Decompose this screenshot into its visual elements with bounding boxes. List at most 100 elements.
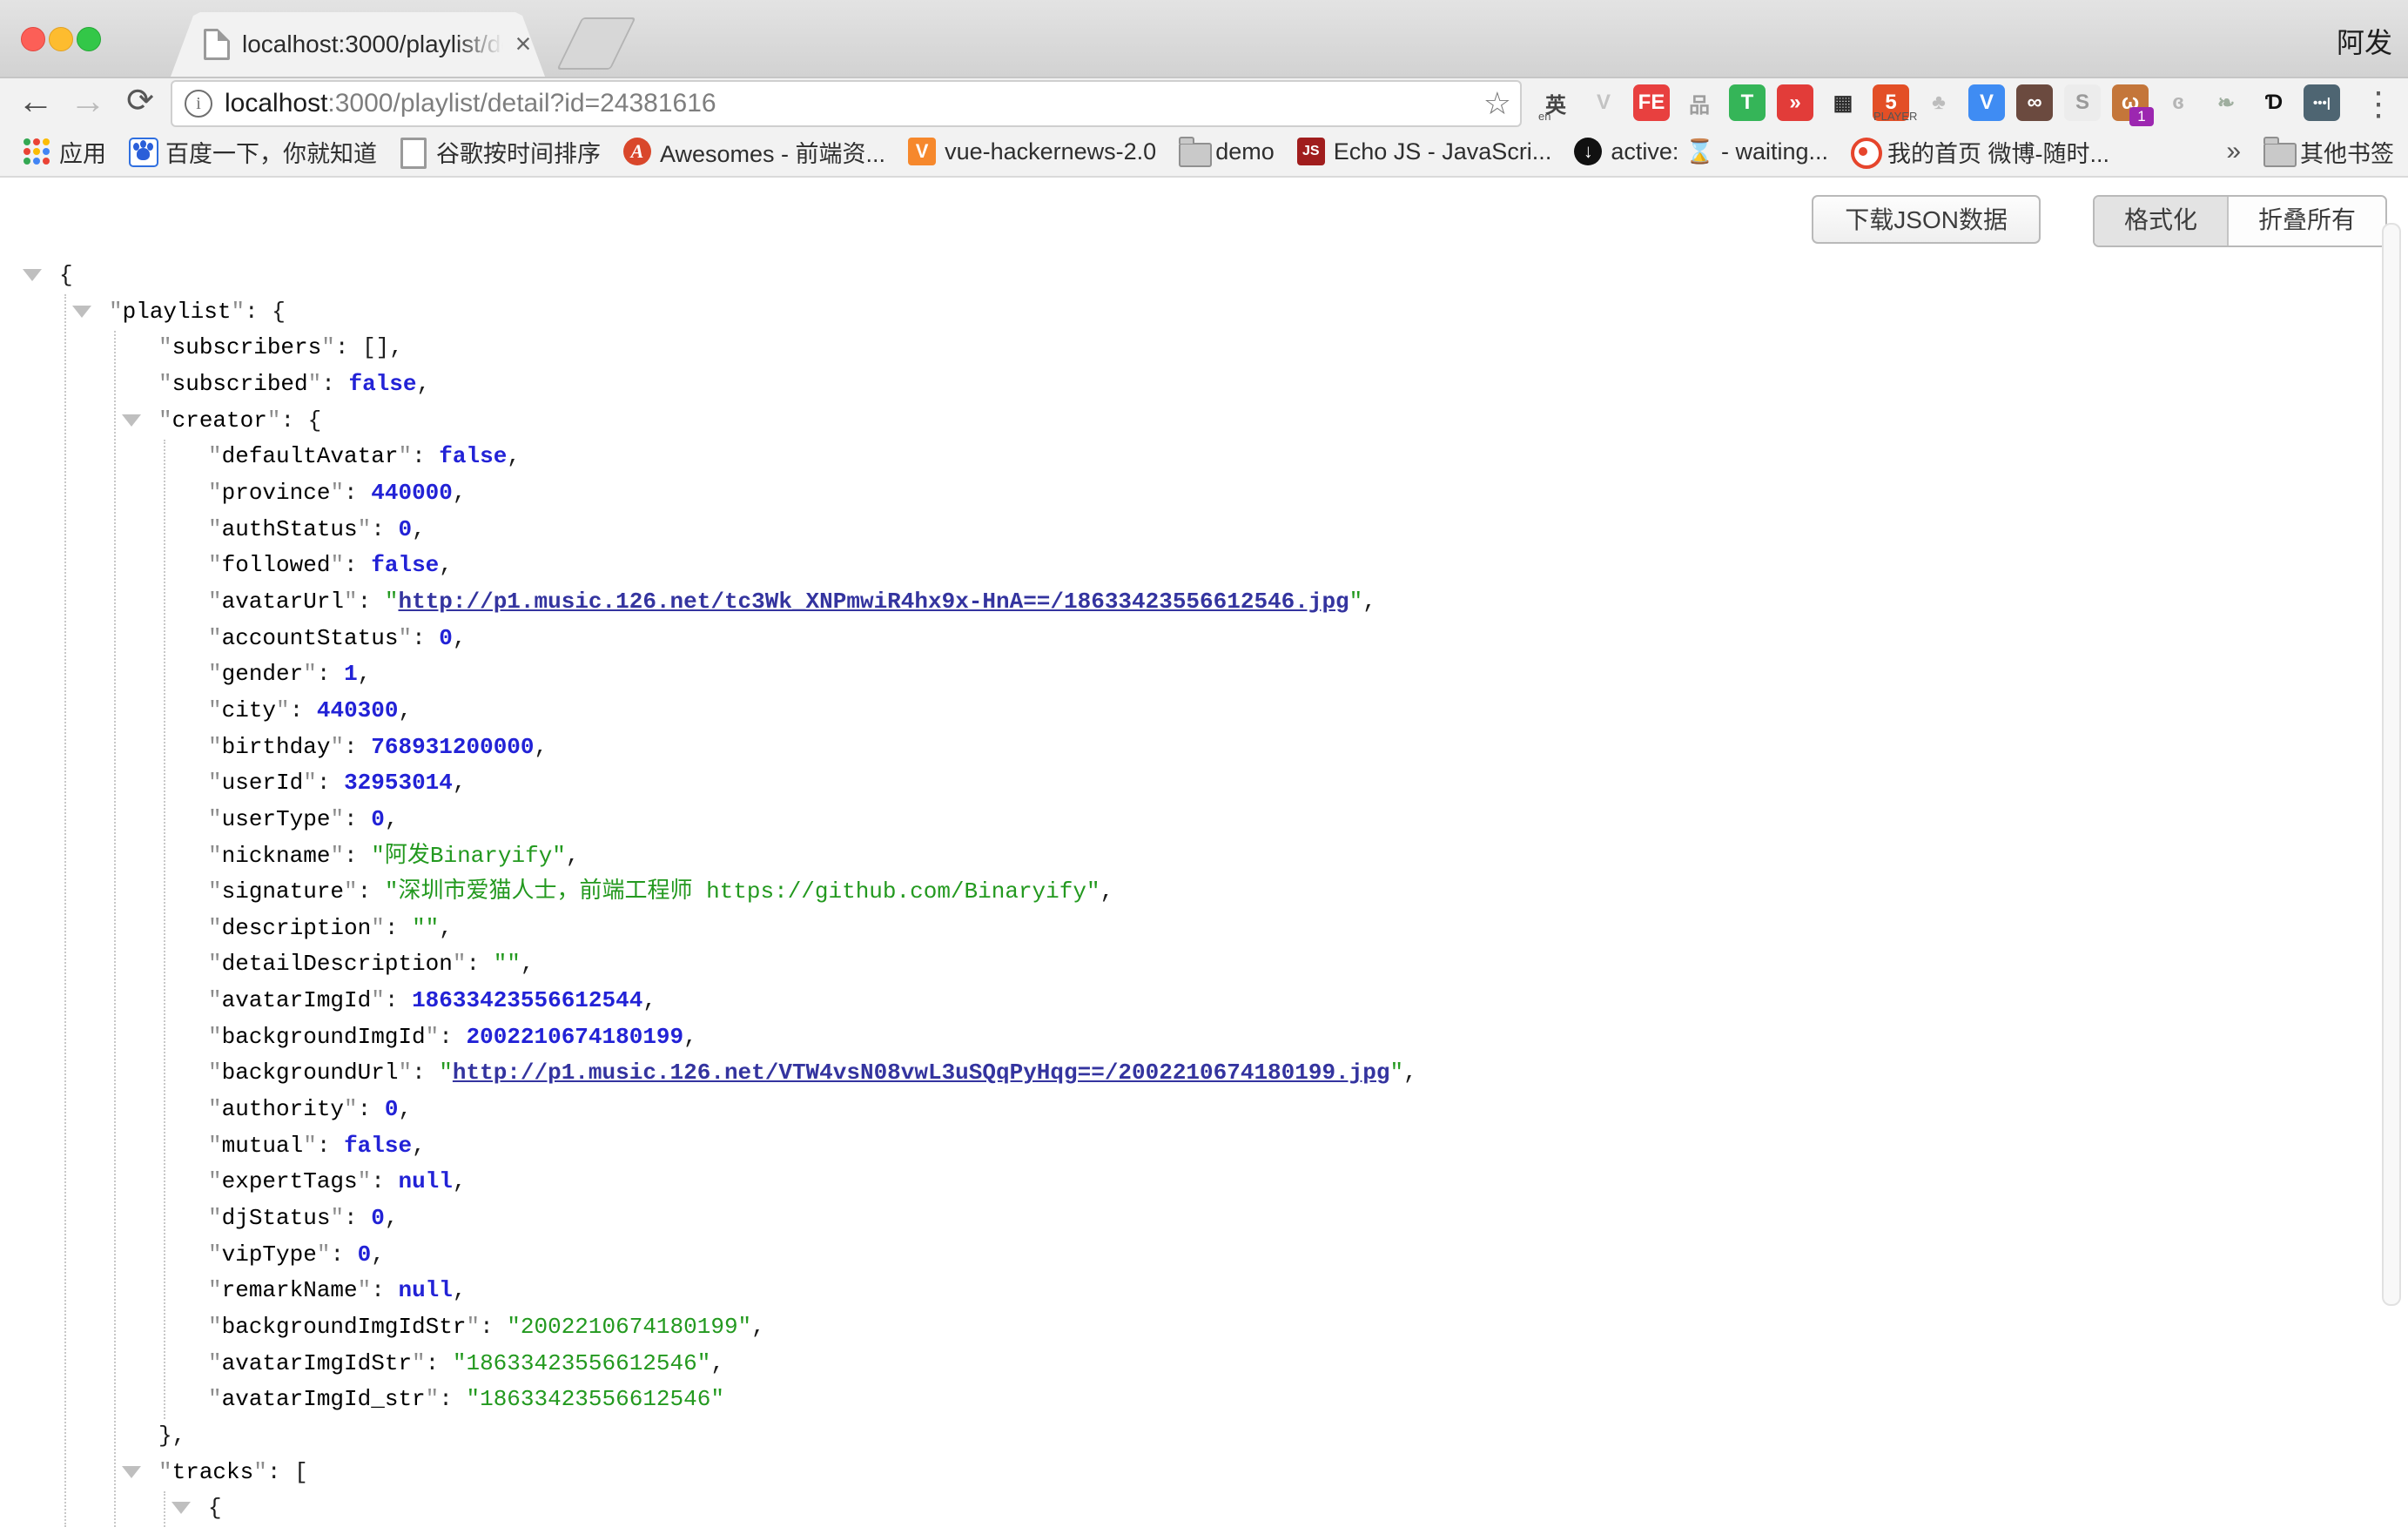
qr-code-icon-glyph: ▦ bbox=[1833, 91, 1853, 116]
bookmarks-overflow-icon[interactable]: » bbox=[2226, 137, 2241, 166]
json-key: signature bbox=[222, 878, 344, 905]
colon: : bbox=[466, 951, 493, 977]
reload-icon[interactable]: ⟳ bbox=[118, 78, 162, 127]
more-tools-icon[interactable]: •••| bbox=[2304, 84, 2340, 121]
json-value: 0 bbox=[358, 1241, 372, 1268]
colon: : bbox=[290, 697, 317, 723]
comma: , bbox=[453, 1277, 467, 1303]
json-line: "followed": false, bbox=[0, 548, 2351, 584]
key-quote: " bbox=[371, 987, 385, 1013]
bookmark-item[interactable]: JSEcho JS - JavaScri... bbox=[1297, 138, 1552, 165]
key-quote: " bbox=[208, 1024, 222, 1050]
scrollbar-thumb[interactable] bbox=[2382, 223, 2401, 1306]
comma: , bbox=[412, 1133, 426, 1159]
security-shield-icon-glyph: T bbox=[1741, 91, 1754, 115]
colon: : bbox=[344, 1205, 371, 1231]
weibo-bird-icon[interactable]: ɞ bbox=[2160, 84, 2196, 121]
security-shield-icon[interactable]: T bbox=[1729, 84, 1766, 121]
json-key: subscribers bbox=[172, 334, 322, 360]
bookmark-item[interactable]: demo bbox=[1179, 138, 1275, 165]
browser-tab[interactable]: localhost:3000/playlist/detail?id=243816… bbox=[171, 12, 545, 77]
zoom-window-button[interactable] bbox=[77, 27, 101, 51]
fehelper-icon[interactable]: FE bbox=[1633, 84, 1670, 121]
json-key: detailDescription bbox=[222, 951, 453, 977]
apps-grid-icon bbox=[23, 138, 50, 165]
html5-player-icon[interactable]: 5PLAYER bbox=[1873, 84, 1909, 121]
key-quote: " bbox=[208, 516, 222, 542]
collapse-all-button[interactable]: 折叠所有 bbox=[2229, 197, 2385, 246]
video-download-icon[interactable]: » bbox=[1777, 84, 1813, 121]
collapse-arrow-icon[interactable] bbox=[172, 1502, 191, 1514]
echojs-icon: JS bbox=[1297, 138, 1325, 165]
format-button[interactable]: 格式化 bbox=[2095, 197, 2229, 246]
paw-extension-icon[interactable]: ♣ bbox=[1920, 84, 1957, 121]
translate-extension-icon[interactable]: 英en bbox=[1537, 84, 1574, 121]
fehelper-icon-glyph: FE bbox=[1638, 91, 1665, 115]
key-quote: " bbox=[208, 661, 222, 687]
key-quote: " bbox=[208, 443, 222, 469]
download-json-button[interactable]: 下载JSON数据 bbox=[1812, 195, 2041, 244]
collapse-arrow-icon[interactable] bbox=[122, 414, 141, 427]
key-quote: " bbox=[344, 589, 358, 615]
json-link[interactable]: http://p1.music.126.net/tc3Wk_XNPmwiR4hx… bbox=[398, 589, 1349, 615]
browser-menu-icon[interactable]: ⋮ bbox=[2361, 84, 2396, 125]
key-quote: " bbox=[208, 843, 222, 869]
collapse-arrow-icon[interactable] bbox=[23, 269, 42, 281]
bookmark-star-icon[interactable]: ☆ bbox=[1483, 84, 1511, 124]
s-extension-icon[interactable]: S bbox=[2064, 84, 2101, 121]
colon: : bbox=[412, 443, 439, 469]
bookmark-item[interactable]: 百度一下，你就知道 bbox=[129, 135, 377, 169]
browser-toolbar: ← → ⟳ i localhost:3000/playlist/detail?i… bbox=[0, 78, 2408, 127]
paw-extension-icon-glyph: ♣ bbox=[1932, 91, 1946, 115]
colon: : bbox=[385, 987, 412, 1013]
back-icon[interactable]: ← bbox=[14, 78, 57, 127]
bookmark-item[interactable]: 谷歌按时间排序 bbox=[400, 135, 601, 169]
collapse-arrow-icon[interactable] bbox=[122, 1466, 141, 1478]
url-text[interactable]: localhost:3000/playlist/detail?id=243816… bbox=[225, 89, 716, 118]
minimize-window-button[interactable] bbox=[49, 27, 73, 51]
bookmark-item[interactable]: Vvue-hackernews-2.0 bbox=[908, 138, 1156, 165]
site-info-icon[interactable]: i bbox=[185, 90, 212, 118]
tab-close-icon[interactable]: × bbox=[508, 30, 538, 59]
json-key: remarkName bbox=[222, 1277, 358, 1303]
colon: : bbox=[385, 915, 412, 941]
bookmark-item[interactable]: ↓active: ⌛ - waiting... bbox=[1574, 138, 1828, 165]
json-link[interactable]: http://p1.music.126.net/VTW4vsN08vwL3uSQ… bbox=[453, 1059, 1390, 1086]
active-icon: ↓ bbox=[1574, 138, 1602, 165]
colon: : bbox=[344, 806, 371, 832]
hummingbird-icon[interactable]: ❧ bbox=[2208, 84, 2244, 121]
title-bar: localhost:3000/playlist/detail?id=243816… bbox=[0, 0, 2408, 78]
tab-title-fade bbox=[454, 12, 515, 77]
json-key: vipType bbox=[222, 1241, 317, 1268]
comma: , bbox=[398, 697, 412, 723]
close-window-button[interactable] bbox=[21, 27, 45, 51]
json-value: 0 bbox=[385, 1096, 399, 1122]
new-tab-button[interactable] bbox=[556, 17, 636, 70]
vimium-icon[interactable]: V bbox=[1968, 84, 2005, 121]
d-extension-icon[interactable]: Ɗ bbox=[2256, 84, 2292, 121]
vue-devtools-icon[interactable]: V bbox=[1585, 84, 1622, 121]
bookmark-item[interactable]: AAwesomes - 前端资... bbox=[623, 135, 885, 169]
json-punct: { bbox=[59, 262, 73, 288]
incognito-mask-icon[interactable]: ∞ bbox=[2016, 84, 2053, 121]
sitemap-extension-icon-glyph: 品 bbox=[1689, 88, 1710, 118]
json-line: "subscribers": [], bbox=[0, 330, 2351, 367]
json-value: 1 bbox=[344, 661, 358, 687]
string-quote: " bbox=[1389, 1059, 1403, 1086]
json-punct: [ bbox=[294, 1459, 308, 1485]
tampermonkey-icon[interactable]: ω1 bbox=[2112, 84, 2149, 121]
qr-code-icon[interactable]: ▦ bbox=[1825, 84, 1861, 121]
sitemap-extension-icon[interactable]: 品 bbox=[1681, 84, 1718, 121]
comma: , bbox=[439, 552, 453, 578]
json-key: playlist bbox=[123, 299, 232, 325]
json-line: "expertTags": null, bbox=[0, 1164, 2351, 1201]
bookmark-item[interactable]: 我的首页 微博-随时... bbox=[1851, 135, 2109, 169]
key-quote: " bbox=[208, 1386, 222, 1412]
address-bar[interactable]: i localhost:3000/playlist/detail?id=2438… bbox=[171, 80, 1522, 127]
other-bookmarks-folder[interactable]: 其他书签 bbox=[2263, 135, 2394, 169]
comma: , bbox=[439, 915, 453, 941]
key-quote: " bbox=[208, 951, 222, 977]
collapse-arrow-icon[interactable] bbox=[72, 306, 91, 318]
bookmark-item[interactable]: 应用 bbox=[23, 135, 106, 169]
profile-name[interactable]: 阿发 bbox=[2337, 21, 2392, 61]
